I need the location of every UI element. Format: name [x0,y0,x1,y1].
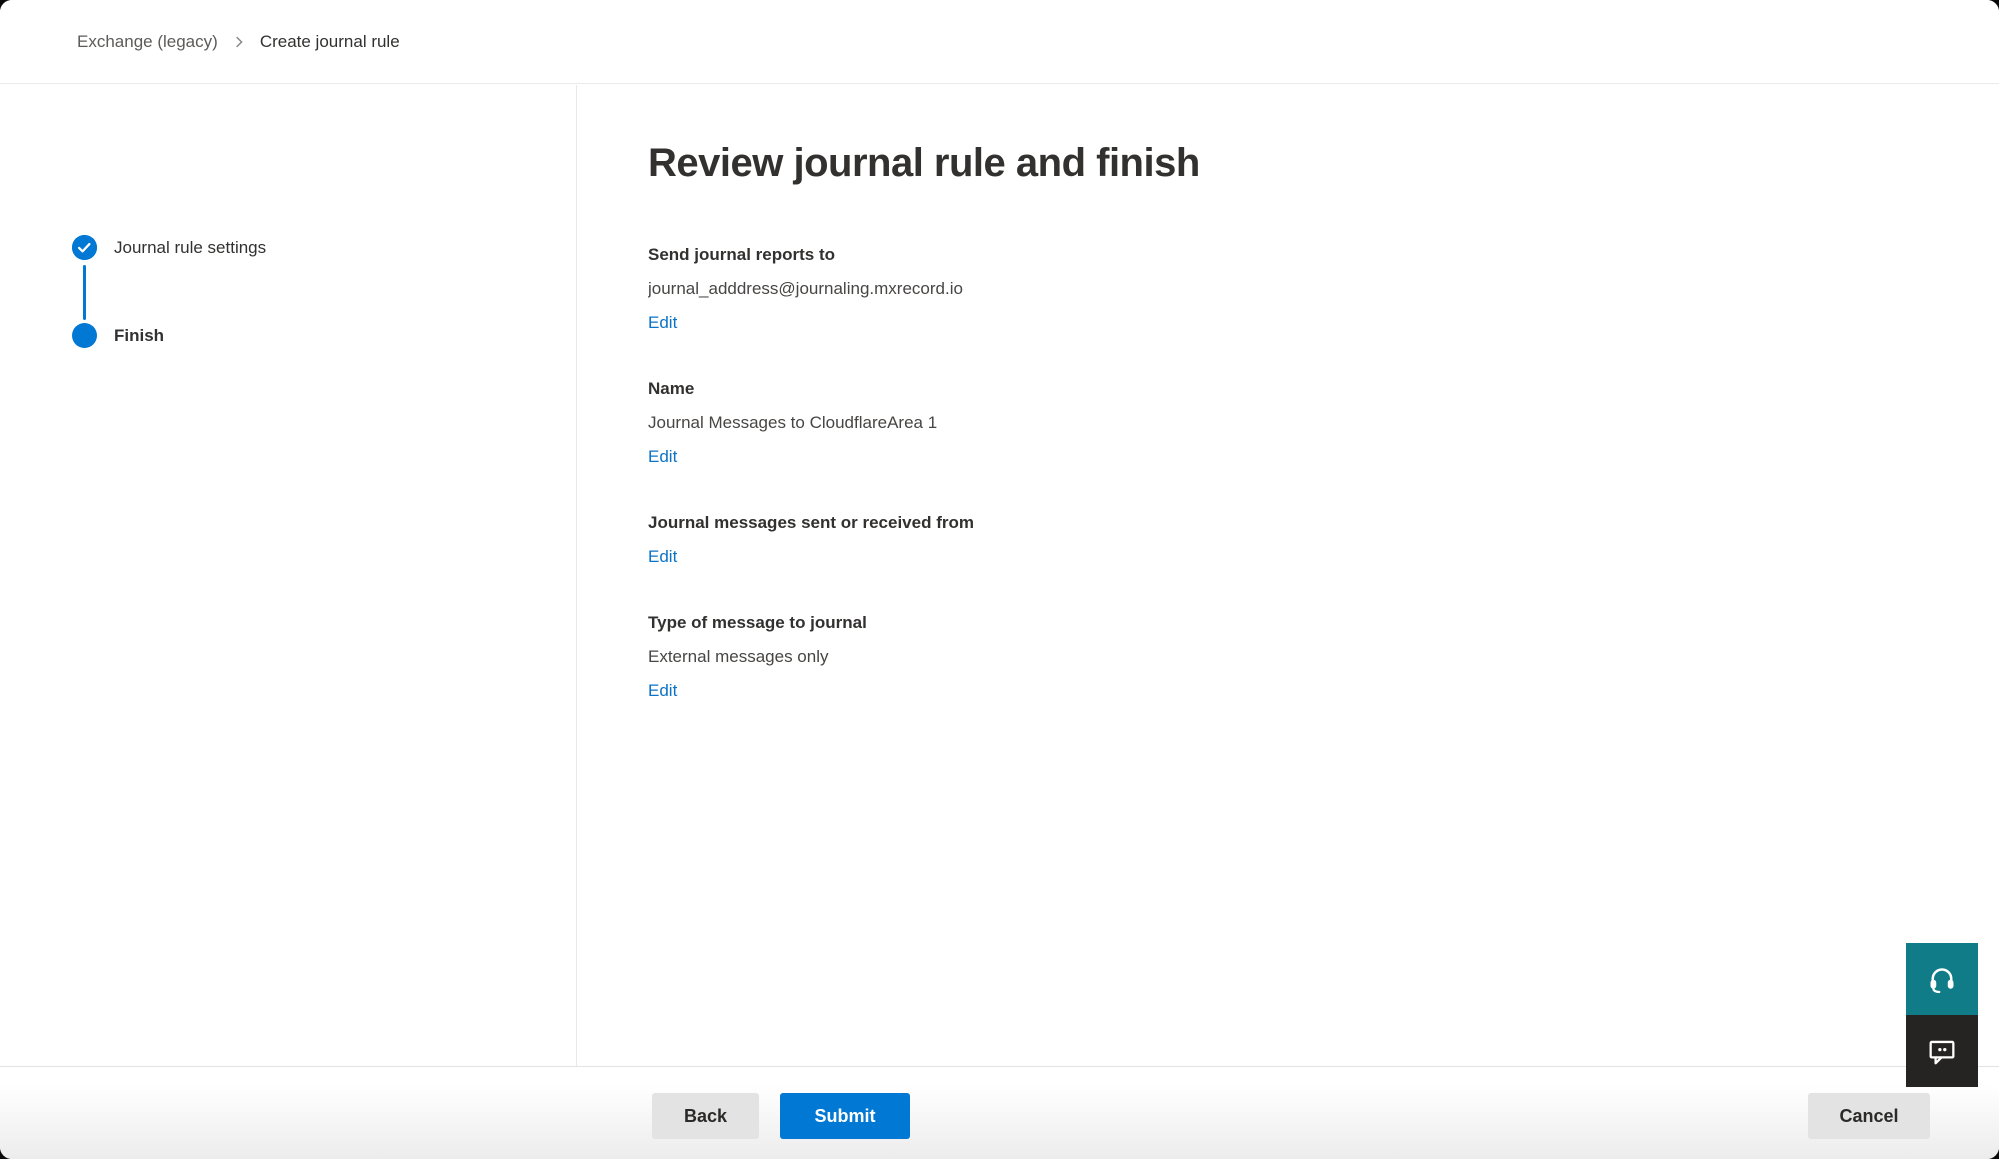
section-value: Journal Messages to CloudflareArea 1 [648,406,1999,440]
section-label: Name [648,372,1999,406]
breadcrumb-create-journal-rule: Create journal rule [260,32,400,52]
section-value: External messages only [648,640,1999,674]
wizard-steps-sidebar: Journal rule settings Finish [0,85,577,1066]
chat-bubble-icon [1926,1035,1958,1067]
help-button[interactable] [1906,943,1978,1015]
headset-icon [1927,964,1957,994]
section-label: Send journal reports to [648,238,1999,272]
step-connector-line [83,265,86,320]
header: Exchange (legacy) Create journal rule [0,0,1999,84]
section-label: Journal messages sent or received from [648,506,1999,540]
back-button[interactable]: Back [652,1093,759,1139]
feedback-button[interactable] [1906,1015,1978,1087]
review-pane: Review journal rule and finish Send jour… [648,85,1999,1066]
submit-button[interactable]: Submit [780,1093,910,1139]
section-label: Type of message to journal [648,606,1999,640]
edit-link-send-journal-reports-to[interactable]: Edit [648,306,677,340]
step-label: Journal rule settings [114,235,266,260]
page-title: Review journal rule and finish [648,138,1999,188]
edit-link-journal-messages-sent-or-received-from[interactable]: Edit [648,540,677,574]
step-label: Finish [114,323,164,348]
section-name: Name Journal Messages to CloudflareArea … [648,372,1999,474]
section-type-of-message-to-journal: Type of message to journal External mess… [648,606,1999,708]
check-circle-icon [72,235,97,260]
filled-circle-icon [72,323,97,348]
review-sections: Send journal reports to journal_adddress… [648,238,1999,708]
cancel-button[interactable]: Cancel [1808,1093,1930,1139]
step-journal-rule-settings[interactable]: Journal rule settings [72,235,266,260]
edit-link-name[interactable]: Edit [648,440,677,474]
footer-bar: Back Submit Cancel [0,1066,1999,1159]
section-journal-messages-sent-or-received-from: Journal messages sent or received from E… [648,506,1999,574]
breadcrumb: Exchange (legacy) Create journal rule [77,32,400,52]
help-panel [1906,943,1978,1087]
step-finish[interactable]: Finish [72,323,164,348]
create-journal-rule-window: Exchange (legacy) Create journal rule Jo… [0,0,1999,1159]
chevron-right-icon [232,35,246,49]
edit-link-type-of-message-to-journal[interactable]: Edit [648,674,677,708]
section-value: journal_adddress@journaling.mxrecord.io [648,272,1999,306]
breadcrumb-exchange-legacy[interactable]: Exchange (legacy) [77,32,218,52]
section-send-journal-reports-to: Send journal reports to journal_adddress… [648,238,1999,340]
